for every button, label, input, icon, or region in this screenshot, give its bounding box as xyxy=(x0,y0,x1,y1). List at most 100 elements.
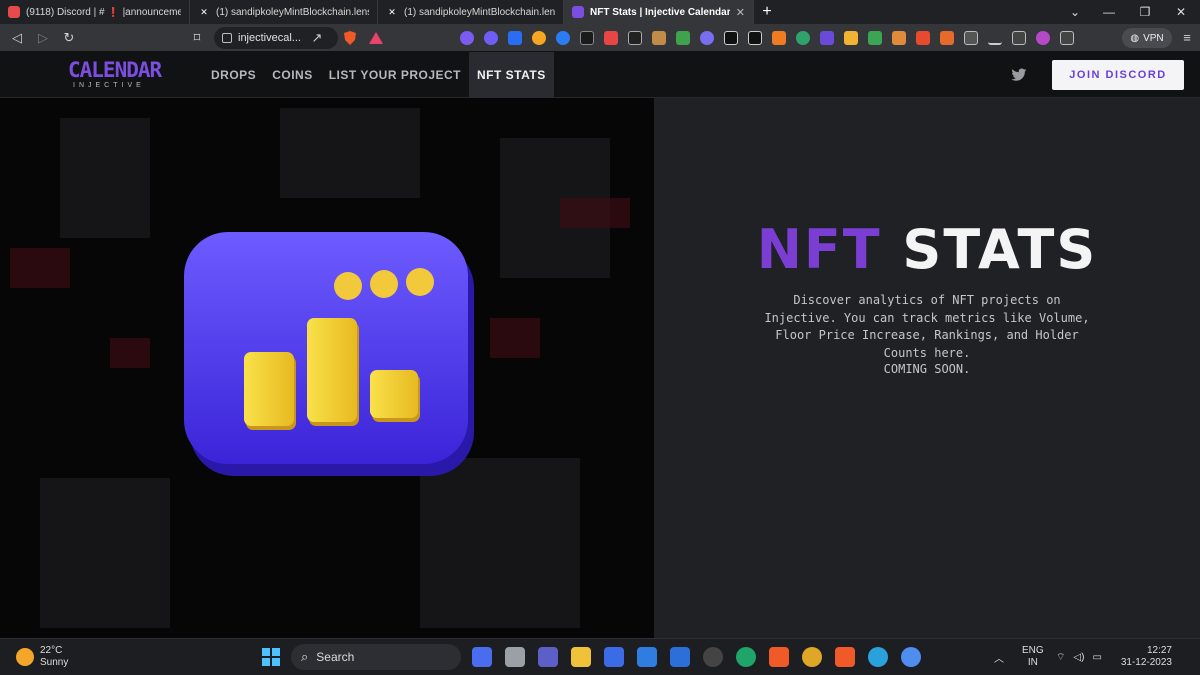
browser-tab-x-1[interactable]: ✕ (1) sandipkoleyMintBlockchain.lens on xyxy=(190,0,378,24)
extension-icon[interactable] xyxy=(724,31,738,45)
forward-icon[interactable]: ▷ xyxy=(30,24,56,52)
logo-main-text: CALENDAR xyxy=(68,58,162,82)
page-title: NFT STATS xyxy=(654,218,1200,281)
lang-region: IN xyxy=(1027,657,1038,668)
twitter-icon[interactable] xyxy=(1011,68,1027,82)
extension-icon[interactable] xyxy=(916,31,930,45)
bar-chart-illustration-icon xyxy=(184,232,474,476)
sun-icon xyxy=(16,648,34,666)
extension-icon[interactable] xyxy=(820,31,834,45)
puzzle-extensions-icon[interactable] xyxy=(964,31,978,45)
menu-icon[interactable]: ≡ xyxy=(1174,24,1200,52)
browser-tab-x-2[interactable]: ✕ (1) sandipkoleyMintBlockchain.lens (@ xyxy=(378,0,564,24)
tab-search-chevron-icon[interactable]: ⌄ xyxy=(1058,0,1092,24)
title-main-word: STATS xyxy=(902,218,1098,281)
windows-taskbar: 22°C Sunny ⌕ Search ︿ ENG IN ⌔ ◁) ▭ 12:2… xyxy=(0,638,1200,675)
chromium-icon[interactable] xyxy=(901,647,921,667)
task-view-icon[interactable] xyxy=(505,647,525,667)
tab-label: (1) sandipkoleyMintBlockchain.lens (@ xyxy=(404,6,555,18)
extension-icon[interactable] xyxy=(748,31,762,45)
wifi-icon[interactable]: ⌔ xyxy=(1056,651,1065,664)
extension-icon[interactable] xyxy=(484,31,498,45)
browser-toolbar: ◁ ▷ ↻ ⌑ injectivecal... ↗ ◍ VPN ≡ xyxy=(0,24,1200,52)
extension-icon[interactable] xyxy=(460,31,474,45)
volume-icon[interactable]: ◁) xyxy=(1073,652,1084,663)
download-icon[interactable] xyxy=(988,31,1002,45)
browser-tab-nft-stats[interactable]: NFT Stats | Injective Calendar ✕ xyxy=(564,0,754,24)
extension-icon[interactable] xyxy=(676,31,690,45)
windows-start-icon[interactable] xyxy=(262,648,280,666)
media-player-icon[interactable] xyxy=(604,647,624,667)
address-text: injectivecal... xyxy=(238,32,301,44)
bookmark-icon[interactable]: ⌑ xyxy=(184,24,210,52)
system-clock[interactable]: 12:27 31-12-2023 xyxy=(1110,645,1172,669)
site-logo[interactable]: CALENDAR INJECTIVE xyxy=(68,58,162,92)
new-tab-icon[interactable]: + xyxy=(754,0,780,24)
battery-icon[interactable]: ▭ xyxy=(1092,652,1101,663)
nav-drops[interactable]: DROPS xyxy=(203,52,264,98)
search-label: Search xyxy=(316,650,355,664)
lang-code: ENG xyxy=(1022,645,1044,656)
nav-nft-stats[interactable]: NFT STATS xyxy=(469,52,554,98)
clock-date: 31-12-2023 xyxy=(1120,657,1172,668)
share-icon[interactable]: ↗ xyxy=(304,24,330,52)
back-icon[interactable]: ◁ xyxy=(4,24,30,52)
brave-taskbar-icon[interactable] xyxy=(769,647,789,667)
minimize-icon[interactable]: — xyxy=(1092,0,1126,24)
nav-coins[interactable]: COINS xyxy=(264,52,321,98)
hp-app-icon[interactable] xyxy=(670,647,690,667)
extension-icon[interactable] xyxy=(532,31,546,45)
tab-label: (9118) Discord | # ❗ |announceme xyxy=(26,6,181,18)
maximize-icon[interactable]: ❐ xyxy=(1128,0,1162,24)
discord-favicon-icon xyxy=(8,6,20,18)
wallet-icon[interactable] xyxy=(1060,31,1074,45)
extension-icon[interactable] xyxy=(580,31,594,45)
extension-icon[interactable] xyxy=(604,31,618,45)
extension-icon[interactable] xyxy=(628,31,642,45)
extension-icon[interactable] xyxy=(868,31,882,45)
tab-close-icon[interactable]: ✕ xyxy=(736,6,745,19)
mail-icon[interactable] xyxy=(637,647,657,667)
edge-icon[interactable] xyxy=(736,647,756,667)
weather-widget[interactable]: 22°C Sunny xyxy=(16,645,68,669)
brave-shields-icon[interactable] xyxy=(342,30,358,46)
extension-icon[interactable] xyxy=(556,31,570,45)
nav-list-your-project[interactable]: LIST YOUR PROJECT xyxy=(321,52,469,98)
extensions-row xyxy=(460,28,1084,48)
extension-icon[interactable] xyxy=(844,31,858,45)
extension-icon[interactable] xyxy=(796,31,810,45)
title-accent-word: NFT xyxy=(756,218,882,281)
close-window-icon[interactable]: ✕ xyxy=(1164,0,1198,24)
media-play-icon[interactable] xyxy=(703,647,723,667)
reload-icon[interactable]: ↻ xyxy=(56,24,82,52)
site-header: CALENDAR INJECTIVE DROPS COINS LIST YOUR… xyxy=(0,52,1200,98)
vpn-label: VPN xyxy=(1143,32,1164,44)
teams-icon[interactable] xyxy=(538,647,558,667)
join-discord-button[interactable]: JOIN DISCORD xyxy=(1052,60,1184,90)
file-explorer-icon[interactable] xyxy=(571,647,591,667)
extension-icon[interactable] xyxy=(940,31,954,45)
brave-beta-icon[interactable] xyxy=(835,647,855,667)
copilot-icon[interactable] xyxy=(472,647,492,667)
extension-icon[interactable] xyxy=(892,31,906,45)
chrome-icon[interactable] xyxy=(802,647,822,667)
browser-tab-discord[interactable]: (9118) Discord | # ❗ |announceme xyxy=(0,0,190,24)
brave-rewards-icon[interactable] xyxy=(368,30,384,46)
extension-icon[interactable] xyxy=(700,31,714,45)
x-logo-icon: ✕ xyxy=(388,7,396,17)
tray-chevron-icon[interactable]: ︿ xyxy=(994,650,1004,665)
telegram-icon[interactable] xyxy=(868,647,888,667)
tab-label: (1) sandipkoleyMintBlockchain.lens on xyxy=(216,6,369,18)
system-tray: ︿ xyxy=(994,645,1004,669)
weather-desc: Sunny xyxy=(40,657,69,668)
logo-sub-text: INJECTIVE xyxy=(73,82,145,89)
profile-avatar-icon[interactable] xyxy=(1036,31,1050,45)
browser-tab-strip: (9118) Discord | # ❗ |announceme ✕ (1) s… xyxy=(0,0,1200,24)
sidebar-icon[interactable] xyxy=(1012,31,1026,45)
vpn-button[interactable]: ◍ VPN xyxy=(1122,28,1172,48)
extension-icon[interactable] xyxy=(772,31,786,45)
extension-icon[interactable] xyxy=(652,31,666,45)
taskbar-search-box[interactable]: ⌕ Search xyxy=(291,644,461,670)
language-indicator[interactable]: ENG IN xyxy=(1022,645,1044,669)
extension-icon[interactable] xyxy=(508,31,522,45)
